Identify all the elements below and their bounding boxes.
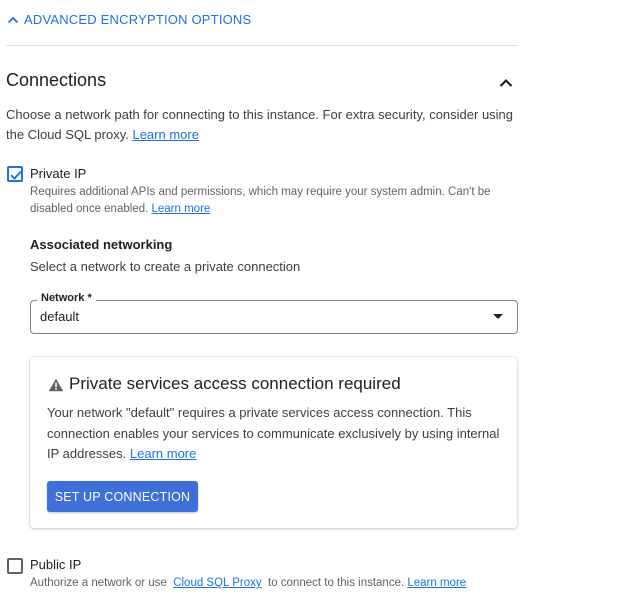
- psa-card-body: Your network "default" requires a privat…: [47, 405, 500, 461]
- psa-card-title: Private services access connection requi…: [69, 374, 401, 393]
- psa-connection-card: Private services access connection requi…: [30, 357, 517, 528]
- public-ip-help: Authorize a network or use Cloud SQL Pro…: [30, 577, 467, 589]
- setup-connection-button[interactable]: SET UP CONNECTION: [47, 481, 198, 512]
- public-ip-checkbox[interactable]: [7, 558, 23, 574]
- network-select-label: Network *: [37, 292, 96, 304]
- private-ip-label: Private IP: [30, 166, 87, 181]
- public-ip-label: Public IP: [30, 557, 82, 572]
- advanced-encryption-toggle[interactable]: ADVANCED ENCRYPTION OPTIONS: [6, 12, 251, 27]
- section-divider: [6, 45, 518, 46]
- private-ip-learn-more-link[interactable]: Learn more: [152, 203, 211, 215]
- connections-title: Connections: [6, 70, 107, 90]
- psa-card-learn-more-link[interactable]: Learn more: [130, 446, 196, 461]
- checkmark-icon: [10, 170, 22, 180]
- connections-learn-more-link[interactable]: Learn more: [132, 127, 198, 142]
- cloud-sql-proxy-link[interactable]: Cloud SQL Proxy: [173, 577, 261, 589]
- associated-networking-subtext: Select a network to create a private con…: [30, 259, 301, 274]
- chevron-up-icon: [7, 16, 19, 23]
- advanced-encryption-label: ADVANCED ENCRYPTION OPTIONS: [24, 12, 252, 27]
- chevron-up-icon[interactable]: [497, 74, 515, 92]
- network-select[interactable]: Network * default: [30, 292, 518, 334]
- connections-description: Choose a network path for connecting to …: [6, 107, 514, 142]
- warning-icon: [48, 378, 64, 392]
- private-ip-checkbox[interactable]: [7, 166, 23, 182]
- associated-networking-heading: Associated networking: [30, 237, 173, 252]
- private-ip-help: Requires additional APIs and permissions…: [30, 186, 491, 215]
- public-ip-learn-more-link[interactable]: Learn more: [407, 577, 466, 589]
- dropdown-arrow-icon: [493, 314, 503, 319]
- network-select-value: default: [40, 309, 80, 324]
